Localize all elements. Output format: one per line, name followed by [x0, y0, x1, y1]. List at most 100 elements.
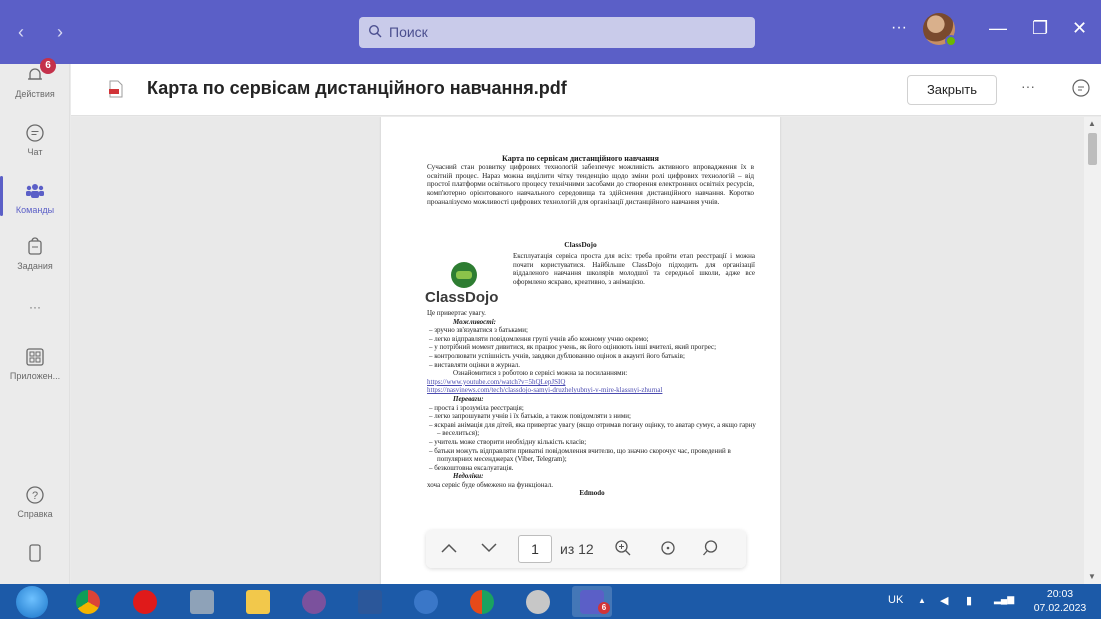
clock-date: 07.02.2023: [1033, 602, 1087, 614]
list-item: – проста і зрозуміла реєстрація;: [429, 403, 524, 412]
assignments-icon: [28, 237, 42, 255]
rail-item-apps[interactable]: Приложен...: [0, 346, 70, 381]
close-document-button[interactable]: Закрыть: [907, 75, 997, 105]
rail-item-chat[interactable]: Чат: [0, 122, 70, 157]
start-button[interactable]: [16, 586, 48, 618]
teams-icon: [26, 184, 44, 198]
familiar-line: Ознайомитися з роботою в сервісі можна з…: [453, 369, 628, 378]
document-header: Карта по сервісам дистанційного навчання…: [71, 64, 1101, 116]
settings-more-button[interactable]: ···: [891, 19, 907, 37]
pluses-heading: Переваги:: [453, 394, 484, 403]
close-window-button[interactable]: ✕: [1072, 18, 1087, 39]
mobile-device-icon: [29, 544, 41, 562]
list-item: – контролювати успішність учнів, завдяки…: [429, 351, 685, 360]
history-nav: ‹ ›: [18, 22, 77, 43]
back-arrow-icon[interactable]: ‹: [18, 22, 38, 43]
maximize-button[interactable]: ❐: [1032, 18, 1048, 39]
rail-label: Приложен...: [9, 371, 61, 381]
scroll-thumb[interactable]: [1088, 133, 1097, 165]
signal-icon[interactable]: ▂▄▆: [994, 594, 1014, 605]
rail-item-activity[interactable]: 6 Действия: [0, 58, 70, 99]
activity-badge: 6: [40, 58, 56, 74]
previous-page-icon[interactable]: [440, 542, 458, 554]
classdojo-logo-text: ClassDojo: [425, 289, 499, 306]
list-item: – безкоштовна ексалуатація.: [429, 463, 514, 472]
list-item: – у потрібний момент дивитися, як працює…: [429, 343, 717, 352]
teams-badge: 6: [598, 602, 610, 614]
rail-label: Справка: [17, 509, 53, 519]
more-apps-icon: ···: [29, 300, 41, 314]
teams-app-icon[interactable]: 6: [572, 586, 612, 617]
tray-expand-icon[interactable]: ▲: [918, 596, 926, 605]
zoom-out-icon[interactable]: [702, 539, 720, 557]
clock-time: 20:03: [1046, 588, 1074, 600]
presence-available-icon: [945, 35, 957, 47]
zoom-in-icon[interactable]: [614, 539, 632, 557]
volume-icon[interactable]: ◀: [940, 594, 948, 607]
help-icon: ?: [26, 486, 44, 504]
page-number-input[interactable]: 1: [518, 535, 552, 563]
apps-icon: [26, 348, 44, 366]
file-explorer-app-icon[interactable]: [238, 586, 278, 617]
search-input[interactable]: Поиск: [359, 17, 755, 48]
page-count-label: из 12: [560, 541, 594, 557]
search-app-icon[interactable]: [406, 586, 446, 617]
windows-taskbar: 6 UK ▲ ◀ ▮ ▂▄▆ 20:03 07.02.2023: [0, 584, 1101, 619]
list-item: – легко відправляти повідомлення групі у…: [429, 334, 649, 343]
rail-label: Действия: [15, 89, 55, 99]
document-title: Карта по сервісам дистанційного навчання…: [147, 78, 567, 98]
avatar[interactable]: [923, 13, 957, 47]
network-icon[interactable]: ▮: [966, 594, 972, 607]
rail-item-help[interactable]: ? Справка: [0, 484, 70, 519]
search-icon: [368, 24, 382, 38]
browser-app-icon[interactable]: [462, 586, 502, 617]
rail-item-device[interactable]: [0, 542, 70, 567]
taskbar-clock[interactable]: 20:03 07.02.2023: [1030, 587, 1090, 615]
classdojo-details: Це привертає увагу. Можливості: – зручно…: [427, 309, 757, 498]
conversation-icon[interactable]: [1071, 78, 1091, 98]
chrome-app-icon[interactable]: [68, 586, 108, 617]
document-more-button[interactable]: ···: [1021, 78, 1035, 94]
rail-item-teams[interactable]: Команды: [0, 176, 70, 216]
scroll-down-icon[interactable]: ▼: [1088, 572, 1096, 581]
rail-item-assignments[interactable]: Задания: [0, 236, 70, 271]
scroll-up-icon[interactable]: ▲: [1088, 119, 1096, 128]
rail-label: Чат: [27, 147, 43, 157]
pdf-page: Карта по сервісам дистанційного навчання…: [381, 117, 780, 584]
youtube-link[interactable]: https://www.youtube.com/watch?v=5hQLepJS…: [427, 378, 757, 387]
page-heading: Карта по сервісам дистанційного навчання: [502, 154, 659, 163]
rail-label: Команды: [15, 205, 55, 215]
search-placeholder: Поиск: [389, 24, 428, 40]
opera-app-icon[interactable]: [125, 586, 165, 617]
cons-heading: Недоліки:: [453, 472, 484, 481]
language-indicator[interactable]: UK: [888, 594, 903, 606]
advantages-heading: Можливості:: [453, 317, 496, 326]
tail-line: хоча сервіс буде обмежено на функціонал.: [427, 480, 553, 489]
chat-icon: [26, 124, 44, 142]
classdojo-logo: ClassDojo: [425, 262, 505, 307]
fit-page-icon[interactable]: [659, 539, 677, 557]
vertical-scrollbar[interactable]: ▲ ▼: [1084, 117, 1101, 584]
classdojo-paragraph: Експлуатація сервіса проста для всіх: тр…: [513, 252, 755, 286]
article-link[interactable]: https://nasvinews.com/tech/classdojo-sam…: [427, 386, 757, 395]
viber-app-icon[interactable]: [294, 586, 334, 617]
list-item: – учитель може створити необхідну кількі…: [429, 437, 587, 446]
list-item: – виставляти оцінки в журнал.: [429, 360, 521, 369]
next-page-icon[interactable]: [480, 542, 498, 554]
calculator-app-icon[interactable]: [182, 586, 222, 617]
page-intro-paragraph: Сучасний стан розвитку цифрових технолог…: [427, 163, 754, 206]
rail-label: Задания: [17, 261, 53, 271]
list-item: – легко запрошувати учнів і їх батьків, …: [429, 412, 631, 421]
pdf-toolbar: 1 из 12: [426, 530, 746, 568]
minimize-button[interactable]: —: [989, 18, 1007, 39]
svg-text:?: ?: [32, 490, 38, 502]
edmodo-heading: Edmodo: [579, 489, 605, 498]
rail-item-more[interactable]: ···: [0, 300, 70, 314]
list-item: – батьки можуть відправляти приватні пов…: [429, 446, 731, 464]
paint-app-icon[interactable]: [518, 586, 558, 617]
list-item: – зручно зв'язуватися з батьками;: [429, 326, 528, 335]
pdf-viewer[interactable]: Карта по сервісам дистанційного навчання…: [71, 117, 1084, 584]
word-app-icon[interactable]: [350, 586, 390, 617]
app-bar: 6 Действия Чат Команды Задания ··· Прило…: [0, 58, 70, 584]
forward-arrow-icon[interactable]: ›: [57, 22, 77, 43]
